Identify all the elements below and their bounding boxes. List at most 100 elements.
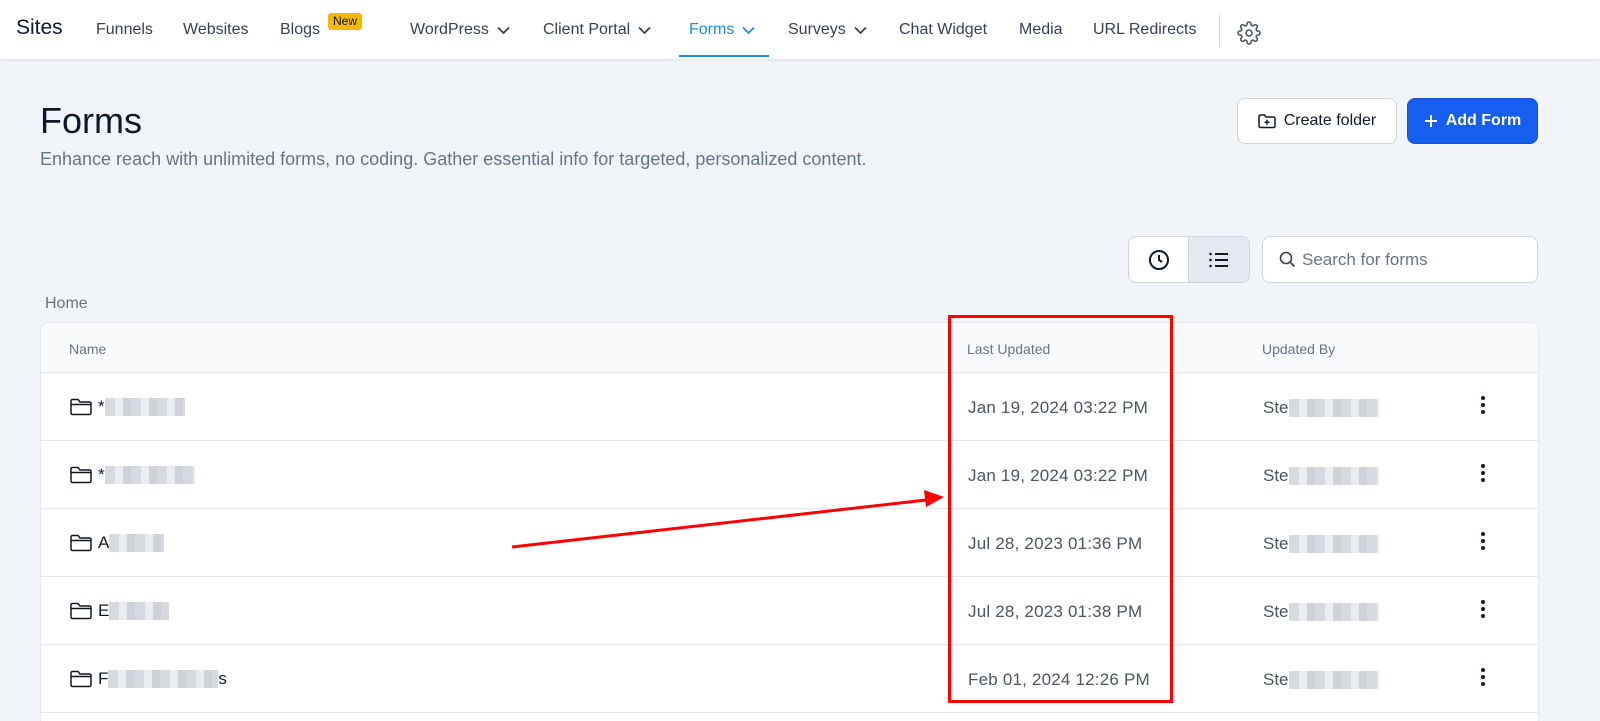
nav-blogs-label: Blogs (280, 21, 321, 38)
nav-url-redirects-label: URL Redirects (1093, 21, 1197, 38)
table-row[interactable]: Fs Feb 01, 2024 12:26 PM Ste (41, 645, 1538, 713)
nav-forms[interactable]: Forms (689, 21, 755, 39)
folder-name-prefix: * (98, 465, 105, 484)
table-header: Name Last Updated Updated By (41, 323, 1538, 373)
redacted-text (1288, 603, 1379, 621)
folder-name-cell[interactable]: Fs (70, 669, 227, 689)
row-actions-button[interactable] (1478, 461, 1488, 485)
folder-icon (70, 534, 92, 552)
active-tab-indicator (679, 55, 769, 57)
nav-websites[interactable]: Websites (183, 21, 249, 39)
search-icon (1279, 251, 1296, 268)
nav-divider (1219, 15, 1220, 47)
create-folder-label: Create folder (1283, 112, 1377, 129)
updated-by-prefix: Ste (1263, 466, 1289, 485)
last-updated-cell: Jan 19, 2024 03:22 PM (968, 398, 1148, 417)
chevron-down-icon (854, 26, 867, 34)
folder-icon (70, 602, 92, 620)
chevron-down-icon (742, 26, 755, 34)
nav-wordpress[interactable]: WordPress (410, 21, 510, 39)
updated-by-cell: Ste (1263, 602, 1379, 622)
folder-name-prefix: F (98, 669, 109, 688)
plus-icon (1424, 115, 1437, 127)
list-icon (1209, 252, 1228, 267)
folder-icon (70, 398, 92, 416)
chevron-down-icon (638, 26, 651, 34)
column-header-updated-by[interactable]: Updated By (1262, 341, 1335, 357)
table-row[interactable]: E Jul 28, 2023 01:38 PM Ste (41, 577, 1538, 645)
more-vertical-icon (1481, 396, 1485, 414)
updated-by-prefix: Ste (1263, 602, 1289, 621)
nav-media[interactable]: Media (1019, 21, 1063, 39)
row-actions-button[interactable] (1478, 393, 1488, 417)
folder-name-cell[interactable]: A (70, 533, 165, 553)
nav-client-portal-label: Client Portal (543, 21, 631, 38)
table-row[interactable]: * Jan 19, 2024 03:22 PM Ste (41, 373, 1538, 441)
column-header-last-updated[interactable]: Last Updated (967, 341, 1050, 357)
updated-by-prefix: Ste (1263, 670, 1289, 689)
nav-surveys-label: Surveys (788, 21, 846, 38)
chevron-down-icon (497, 26, 510, 34)
updated-by-prefix: Ste (1263, 534, 1289, 553)
page-title: Forms (40, 100, 142, 141)
view-toggle (1128, 236, 1250, 283)
row-actions-button[interactable] (1478, 597, 1488, 621)
nav-surveys[interactable]: Surveys (788, 21, 867, 39)
add-form-button[interactable]: Add Form (1407, 98, 1538, 144)
row-actions-button[interactable] (1478, 665, 1488, 689)
breadcrumb[interactable]: Home (45, 295, 88, 313)
column-header-name[interactable]: Name (69, 341, 106, 357)
table-row[interactable]: A Jul 28, 2023 01:36 PM Ste (41, 509, 1538, 577)
recent-view-button[interactable] (1129, 237, 1188, 282)
table-row[interactable]: * Jan 19, 2024 03:22 PM Ste (41, 441, 1538, 509)
row-actions-button[interactable] (1478, 529, 1488, 553)
folder-name-prefix: E (98, 601, 110, 620)
create-folder-button[interactable]: Create folder (1237, 98, 1397, 144)
gear-icon (1237, 21, 1261, 45)
last-updated-cell: Jan 19, 2024 03:22 PM (968, 466, 1148, 485)
redacted-text (104, 466, 195, 484)
redacted-text (109, 534, 165, 552)
more-vertical-icon (1481, 668, 1485, 686)
top-navigation: Sites Funnels Websites Blogs New WordPre… (0, 0, 1600, 60)
folder-icon (70, 466, 92, 484)
search-input[interactable] (1302, 249, 1522, 270)
last-updated-cell: Feb 01, 2024 12:26 PM (968, 670, 1150, 689)
settings-button[interactable] (1237, 21, 1261, 45)
folder-name-cell[interactable]: * (70, 465, 195, 485)
nav-url-redirects[interactable]: URL Redirects (1093, 21, 1196, 39)
more-vertical-icon (1481, 600, 1485, 618)
folder-name-prefix: A (98, 533, 110, 552)
new-badge: New (328, 13, 363, 30)
nav-funnels[interactable]: Funnels (96, 21, 153, 39)
folder-name-cell[interactable]: E (70, 601, 170, 621)
redacted-text (109, 602, 170, 620)
redacted-text (1288, 467, 1379, 485)
redacted-text (104, 398, 185, 416)
last-updated-cell: Jul 28, 2023 01:38 PM (968, 602, 1143, 621)
updated-by-cell: Ste (1263, 398, 1379, 418)
updated-by-cell: Ste (1263, 670, 1379, 690)
list-view-button[interactable] (1188, 237, 1249, 282)
updated-by-prefix: Ste (1263, 398, 1289, 417)
clock-icon (1148, 249, 1169, 270)
page-subtitle: Enhance reach with unlimited forms, no c… (40, 149, 867, 169)
nav-forms-label: Forms (689, 21, 735, 38)
redacted-text (1288, 535, 1379, 553)
last-updated-cell: Jul 28, 2023 01:36 PM (968, 534, 1143, 553)
nav-blogs[interactable]: Blogs (280, 21, 320, 39)
folder-name-prefix: * (98, 397, 105, 416)
nav-websites-label: Websites (183, 21, 249, 38)
folder-name-suffix: s (218, 669, 227, 688)
nav-funnels-label: Funnels (96, 21, 153, 38)
forms-table: Name Last Updated Updated By * Jan 19, 20… (40, 322, 1539, 721)
nav-client-portal[interactable]: Client Portal (543, 21, 651, 39)
redacted-text (108, 670, 219, 688)
more-vertical-icon (1481, 532, 1485, 550)
add-form-label: Add Form (1445, 112, 1522, 129)
nav-chat-widget[interactable]: Chat Widget (899, 21, 987, 39)
search-box (1262, 236, 1538, 283)
folder-name-cell[interactable]: * (70, 397, 185, 417)
nav-wordpress-label: WordPress (410, 21, 489, 38)
folder-plus-icon (1258, 114, 1276, 129)
